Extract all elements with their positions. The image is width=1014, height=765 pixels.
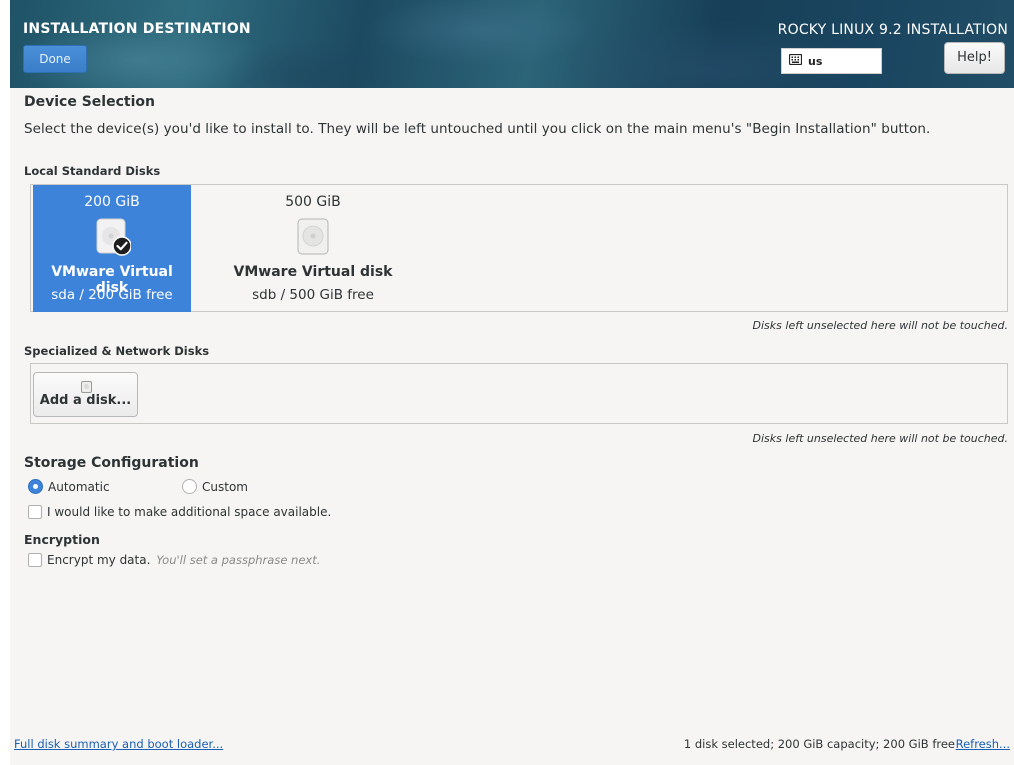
encrypt-hint: You'll set a passphrase next. (156, 553, 321, 567)
disk-name: VMware Virtual disk (233, 264, 393, 280)
product-title: ROCKY LINUX 9.2 INSTALLATION (777, 22, 1008, 38)
additional-space-checkbox[interactable] (28, 505, 42, 519)
keyboard-layout-label: us (808, 54, 823, 68)
disk-summary-link[interactable]: Full disk summary and boot loader... (14, 737, 223, 751)
storage-configuration-heading: Storage Configuration (24, 455, 199, 471)
radio-custom[interactable]: Custom (182, 479, 248, 494)
additional-space-label: I would like to make additional space av… (47, 505, 332, 519)
local-disks-note: Disks left unselected here will not be t… (752, 319, 1008, 332)
specialized-disks-label: Specialized & Network Disks (24, 344, 210, 358)
radio-label: Automatic (48, 479, 110, 494)
encrypt-label: Encrypt my data. (47, 553, 151, 567)
selection-status: 1 disk selected; 200 GiB capacity; 200 G… (683, 737, 955, 751)
refresh-link[interactable]: Refresh... (956, 737, 1010, 751)
encrypt-checkbox[interactable] (28, 553, 42, 567)
local-disks-label: Local Standard Disks (24, 164, 161, 178)
radio-automatic[interactable]: Automatic (28, 479, 110, 494)
header-bar: INSTALLATION DESTINATION Done ROCKY LINU… (10, 0, 1014, 88)
add-disk-label: Add a disk... (39, 393, 132, 408)
disk-size: 500 GiB (285, 194, 341, 210)
page-title: INSTALLATION DESTINATION (23, 21, 251, 37)
disk-size: 200 GiB (84, 194, 140, 210)
radio-label: Custom (202, 479, 248, 494)
disk-free-space: sda / 200 GiB free (51, 287, 173, 303)
installer-window: INSTALLATION DESTINATION Done ROCKY LINU… (10, 0, 1014, 765)
radio-button[interactable] (182, 479, 197, 494)
radio-button[interactable] (28, 479, 43, 494)
disk-card-sdb[interactable]: 500 GiB VMware Virtual disk sdb / 500 Gi… (233, 185, 393, 312)
encryption-heading: Encryption (24, 532, 100, 547)
device-selection-heading: Device Selection (24, 94, 155, 110)
add-disk-button[interactable]: Add a disk... (33, 372, 138, 417)
done-button[interactable]: Done (23, 45, 87, 73)
keyboard-icon (788, 53, 803, 68)
help-button[interactable]: Help! (944, 42, 1005, 74)
encrypt-checkbox-row[interactable]: Encrypt my data. You'll set a passphrase… (28, 553, 320, 567)
hard-drive-icon (295, 218, 331, 256)
device-selection-description: Select the device(s) you'd like to insta… (24, 121, 931, 137)
additional-space-checkbox-row[interactable]: I would like to make additional space av… (28, 505, 331, 519)
specialized-disks-panel: Add a disk... (30, 363, 1008, 424)
disk-card-sda[interactable]: 200 GiB VMware Virtual disk sda / 200 Gi… (33, 185, 191, 312)
specialized-disks-note: Disks left unselected here will not be t… (752, 432, 1008, 445)
disk-free-space: sdb / 500 GiB free (252, 287, 374, 303)
local-disks-panel: 200 GiB VMware Virtual disk sda / 200 Gi… (30, 184, 1008, 312)
hard-drive-icon (95, 218, 132, 256)
keyboard-layout-indicator[interactable]: us (781, 48, 882, 74)
